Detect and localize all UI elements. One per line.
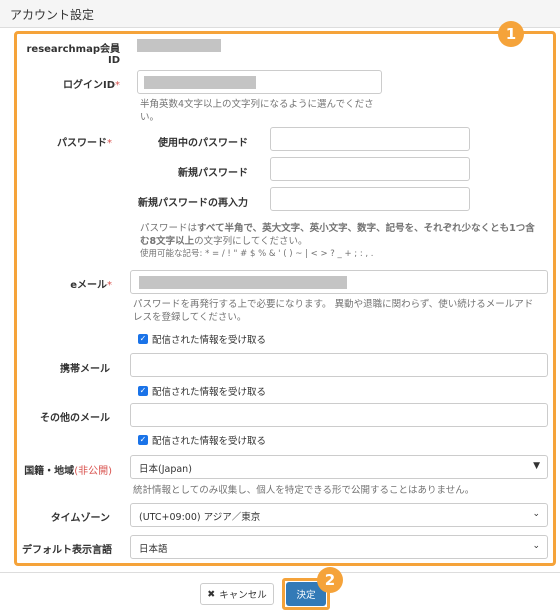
mobile-email-input[interactable] [130,353,548,377]
email-label: eメール* [70,280,112,291]
language-select[interactable]: 日本語 ⌄ [130,535,548,559]
email-receive-label: 配信された情報を受け取る [152,335,267,346]
mobile-email-label: 携帯メール [60,364,110,375]
email-help: パスワードを再発行する上で必要になります。 異動や退職に関わらず、使い続けるメー… [133,299,534,323]
password-help: パスワードはすべて半角で、英大文字、英小文字、数字、記号を、それぞれ少なくとも1… [140,223,535,259]
page-header: アカウント設定 [0,0,560,28]
email-receive-checkbox[interactable]: ✓ 配信された情報を受け取る [138,332,266,346]
other-email-receive-label: 配信された情報を受け取る [152,436,267,447]
timezone-label: タイムゾーン [50,513,110,524]
confirm-password-label: 新規パスワードの再入力 [138,198,248,209]
mobile-email-receive-label: 配信された情報を受け取る [152,387,267,398]
other-email-receive-checkbox[interactable]: ✓ 配信された情報を受け取る [138,433,266,447]
confirm-password-input[interactable] [270,187,470,211]
new-password-input[interactable] [270,157,470,181]
login-id-input[interactable] [137,70,382,94]
chevron-down-icon: ⌄ [532,509,540,519]
cancel-button[interactable]: ✖ キャンセル [200,583,274,605]
current-password-input[interactable] [270,127,470,151]
new-password-label: 新規パスワード [178,168,248,179]
checkbox-checked-icon: ✓ [138,435,148,445]
nationality-select[interactable]: 日本(Japan) ▼ [130,455,548,479]
nationality-selected-value: 日本(Japan) [139,464,192,475]
cancel-button-label: キャンセル [219,590,267,601]
nationality-help: 統計情報としてのみ収集し、個人を特定できる形で公開することはありません。 [133,485,475,496]
email-value-redacted [139,276,347,289]
annotation-badge-2: 2 [317,567,343,593]
checkbox-checked-icon: ✓ [138,334,148,344]
current-password-label: 使用中のパスワード [158,138,248,149]
language-label: デフォルト表示言語 [22,545,112,556]
nationality-label: 国籍・地域(非公開) [24,466,112,477]
other-email-input[interactable] [130,403,548,427]
chevron-down-icon: ⌄ [532,541,540,551]
language-selected-value: 日本語 [139,544,168,555]
footer-divider [0,572,560,573]
caret-down-icon: ▼ [533,461,540,471]
researchmap-id-label: researchmap会員 ID [26,44,120,66]
timezone-selected-value: (UTC+09:00) アジア／東京 [139,512,261,523]
email-input[interactable] [130,270,548,294]
checkbox-checked-icon: ✓ [138,386,148,396]
login-id-help: 半角英数4文字以上の文字列になるように選んでくださ い。 [140,99,374,123]
mobile-email-receive-checkbox[interactable]: ✓ 配信された情報を受け取る [138,384,266,398]
timezone-select[interactable]: (UTC+09:00) アジア／東京 ⌄ [130,503,548,527]
page-title: アカウント設定 [10,8,95,22]
submit-button-label: 決定 [296,590,316,601]
login-id-value-redacted [144,76,256,89]
researchmap-id-value-redacted [137,39,221,52]
close-icon: ✖ [207,588,216,600]
login-id-label: ログインID* [62,80,120,91]
password-label: パスワード* [57,138,112,149]
annotation-badge-1: 1 [498,21,524,47]
other-email-label: その他のメール [40,413,110,424]
